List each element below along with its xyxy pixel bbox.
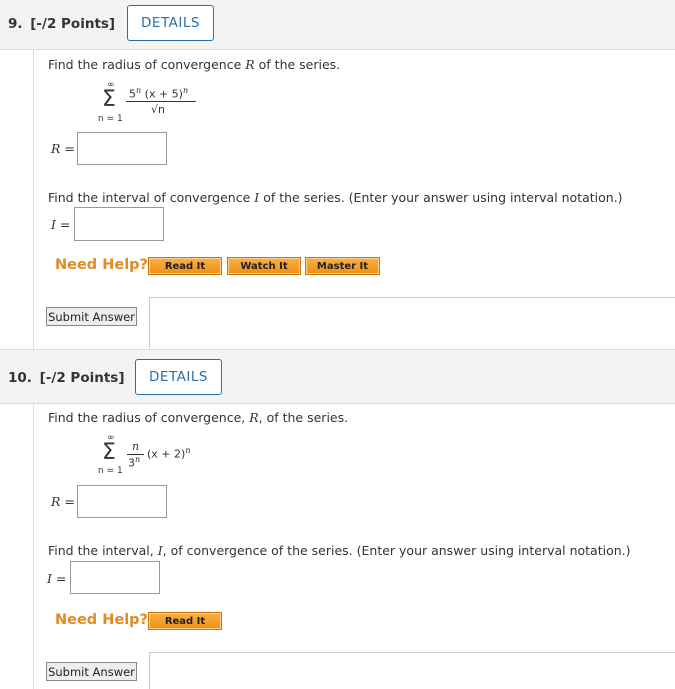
q9-denominator: √n	[151, 103, 165, 116]
q10-radius-var: R	[249, 410, 259, 425]
q9-num-base: 5	[129, 87, 136, 101]
q10-r-label: R =	[51, 494, 75, 509]
q9-body	[33, 50, 34, 349]
q10-points: [-/2 Points]	[39, 370, 125, 386]
q10-number: 10. [-/2 Points]	[8, 370, 125, 386]
q10-response-area	[149, 652, 675, 689]
q10-i-label: I =	[47, 571, 67, 586]
q9-header: 9. [-/2 Points] DETAILS	[0, 0, 675, 50]
q9-need-help: Need Help?	[55, 257, 148, 273]
q10-i-input[interactable]	[70, 561, 160, 594]
q10-body	[33, 404, 34, 689]
q9-radius-prompt: Find the radius of convergence R of the …	[48, 57, 340, 72]
q10-header: 10. [-/2 Points] DETAILS	[0, 349, 675, 404]
q9-i-label: I =	[51, 217, 71, 232]
q9-i-input[interactable]	[74, 207, 164, 241]
q10-interval-prompt: Find the interval, I, of convergence of …	[48, 543, 631, 558]
q9-points: [-/2 Points]	[30, 16, 116, 32]
q9-radius-var: R	[245, 57, 255, 72]
q10-rest: (x + 2)n	[147, 446, 190, 461]
q9-radius-prompt-pre: Find the radius of convergence	[48, 57, 246, 72]
q10-radius-prompt-post: , of the series.	[258, 410, 349, 425]
q10-denominator: 3n	[128, 455, 140, 470]
q9-r-input[interactable]	[77, 132, 167, 165]
q9-response-area	[149, 297, 675, 349]
q9-r-label: R =	[51, 141, 75, 156]
q9-numerator: 5n (x + 5)n	[129, 86, 188, 101]
q10-details-button[interactable]: DETAILS	[135, 359, 222, 395]
q10-sigma-icon: Σ	[102, 440, 116, 465]
q9-number: 9. [-/2 Points]	[8, 16, 115, 32]
q10-radius-prompt: Find the radius of convergence, R, of th…	[48, 410, 348, 425]
q9-num-exp: n	[136, 86, 142, 95]
q10-sum-bottom: n = 1	[98, 466, 123, 476]
q9-watch-it-button[interactable]: Watch It	[227, 257, 301, 275]
q9-master-it-button[interactable]: Master It	[305, 257, 380, 275]
q9-interval-prompt-pre: Find the interval of convergence	[48, 190, 255, 205]
q9-sum-bottom: n = 1	[98, 114, 123, 124]
q9-num-rest-exp: n	[182, 86, 189, 95]
q9-fraction-bar	[126, 101, 196, 102]
q9-sigma-icon: Σ	[102, 87, 116, 112]
q9-interval-prompt: Find the interval of convergence I of th…	[48, 190, 623, 205]
q10-read-it-button[interactable]: Read It	[148, 612, 222, 630]
q10-interval-prompt-pre: Find the interval,	[48, 543, 158, 558]
q9-interval-prompt-post: of the series. (Enter your answer using …	[259, 190, 623, 205]
q9-num-rest: (x + 5)	[144, 87, 183, 101]
q9-radius-prompt-post: of the series.	[254, 57, 341, 72]
q9-read-it-button[interactable]: Read It	[148, 257, 222, 275]
q10-numerator: n	[132, 440, 140, 453]
q10-interval-prompt-post: , of convergence of the series. (Enter y…	[162, 543, 631, 558]
q9-number-text: 9.	[8, 16, 23, 32]
q10-r-input[interactable]	[77, 485, 167, 518]
q10-den-exp: n	[135, 455, 141, 464]
q10-number-text: 10.	[8, 370, 32, 386]
q10-need-help: Need Help?	[55, 612, 148, 628]
q10-radius-prompt-pre: Find the radius of convergence,	[48, 410, 250, 425]
q10-submit-button[interactable]: Submit Answer	[46, 662, 137, 681]
q9-details-button[interactable]: DETAILS	[127, 5, 214, 41]
q10-rest-exp: n	[185, 446, 191, 455]
q10-den-base: 3	[128, 456, 135, 470]
q9-submit-button[interactable]: Submit Answer	[46, 307, 137, 326]
q10-rest-text: (x + 2)	[147, 447, 186, 461]
